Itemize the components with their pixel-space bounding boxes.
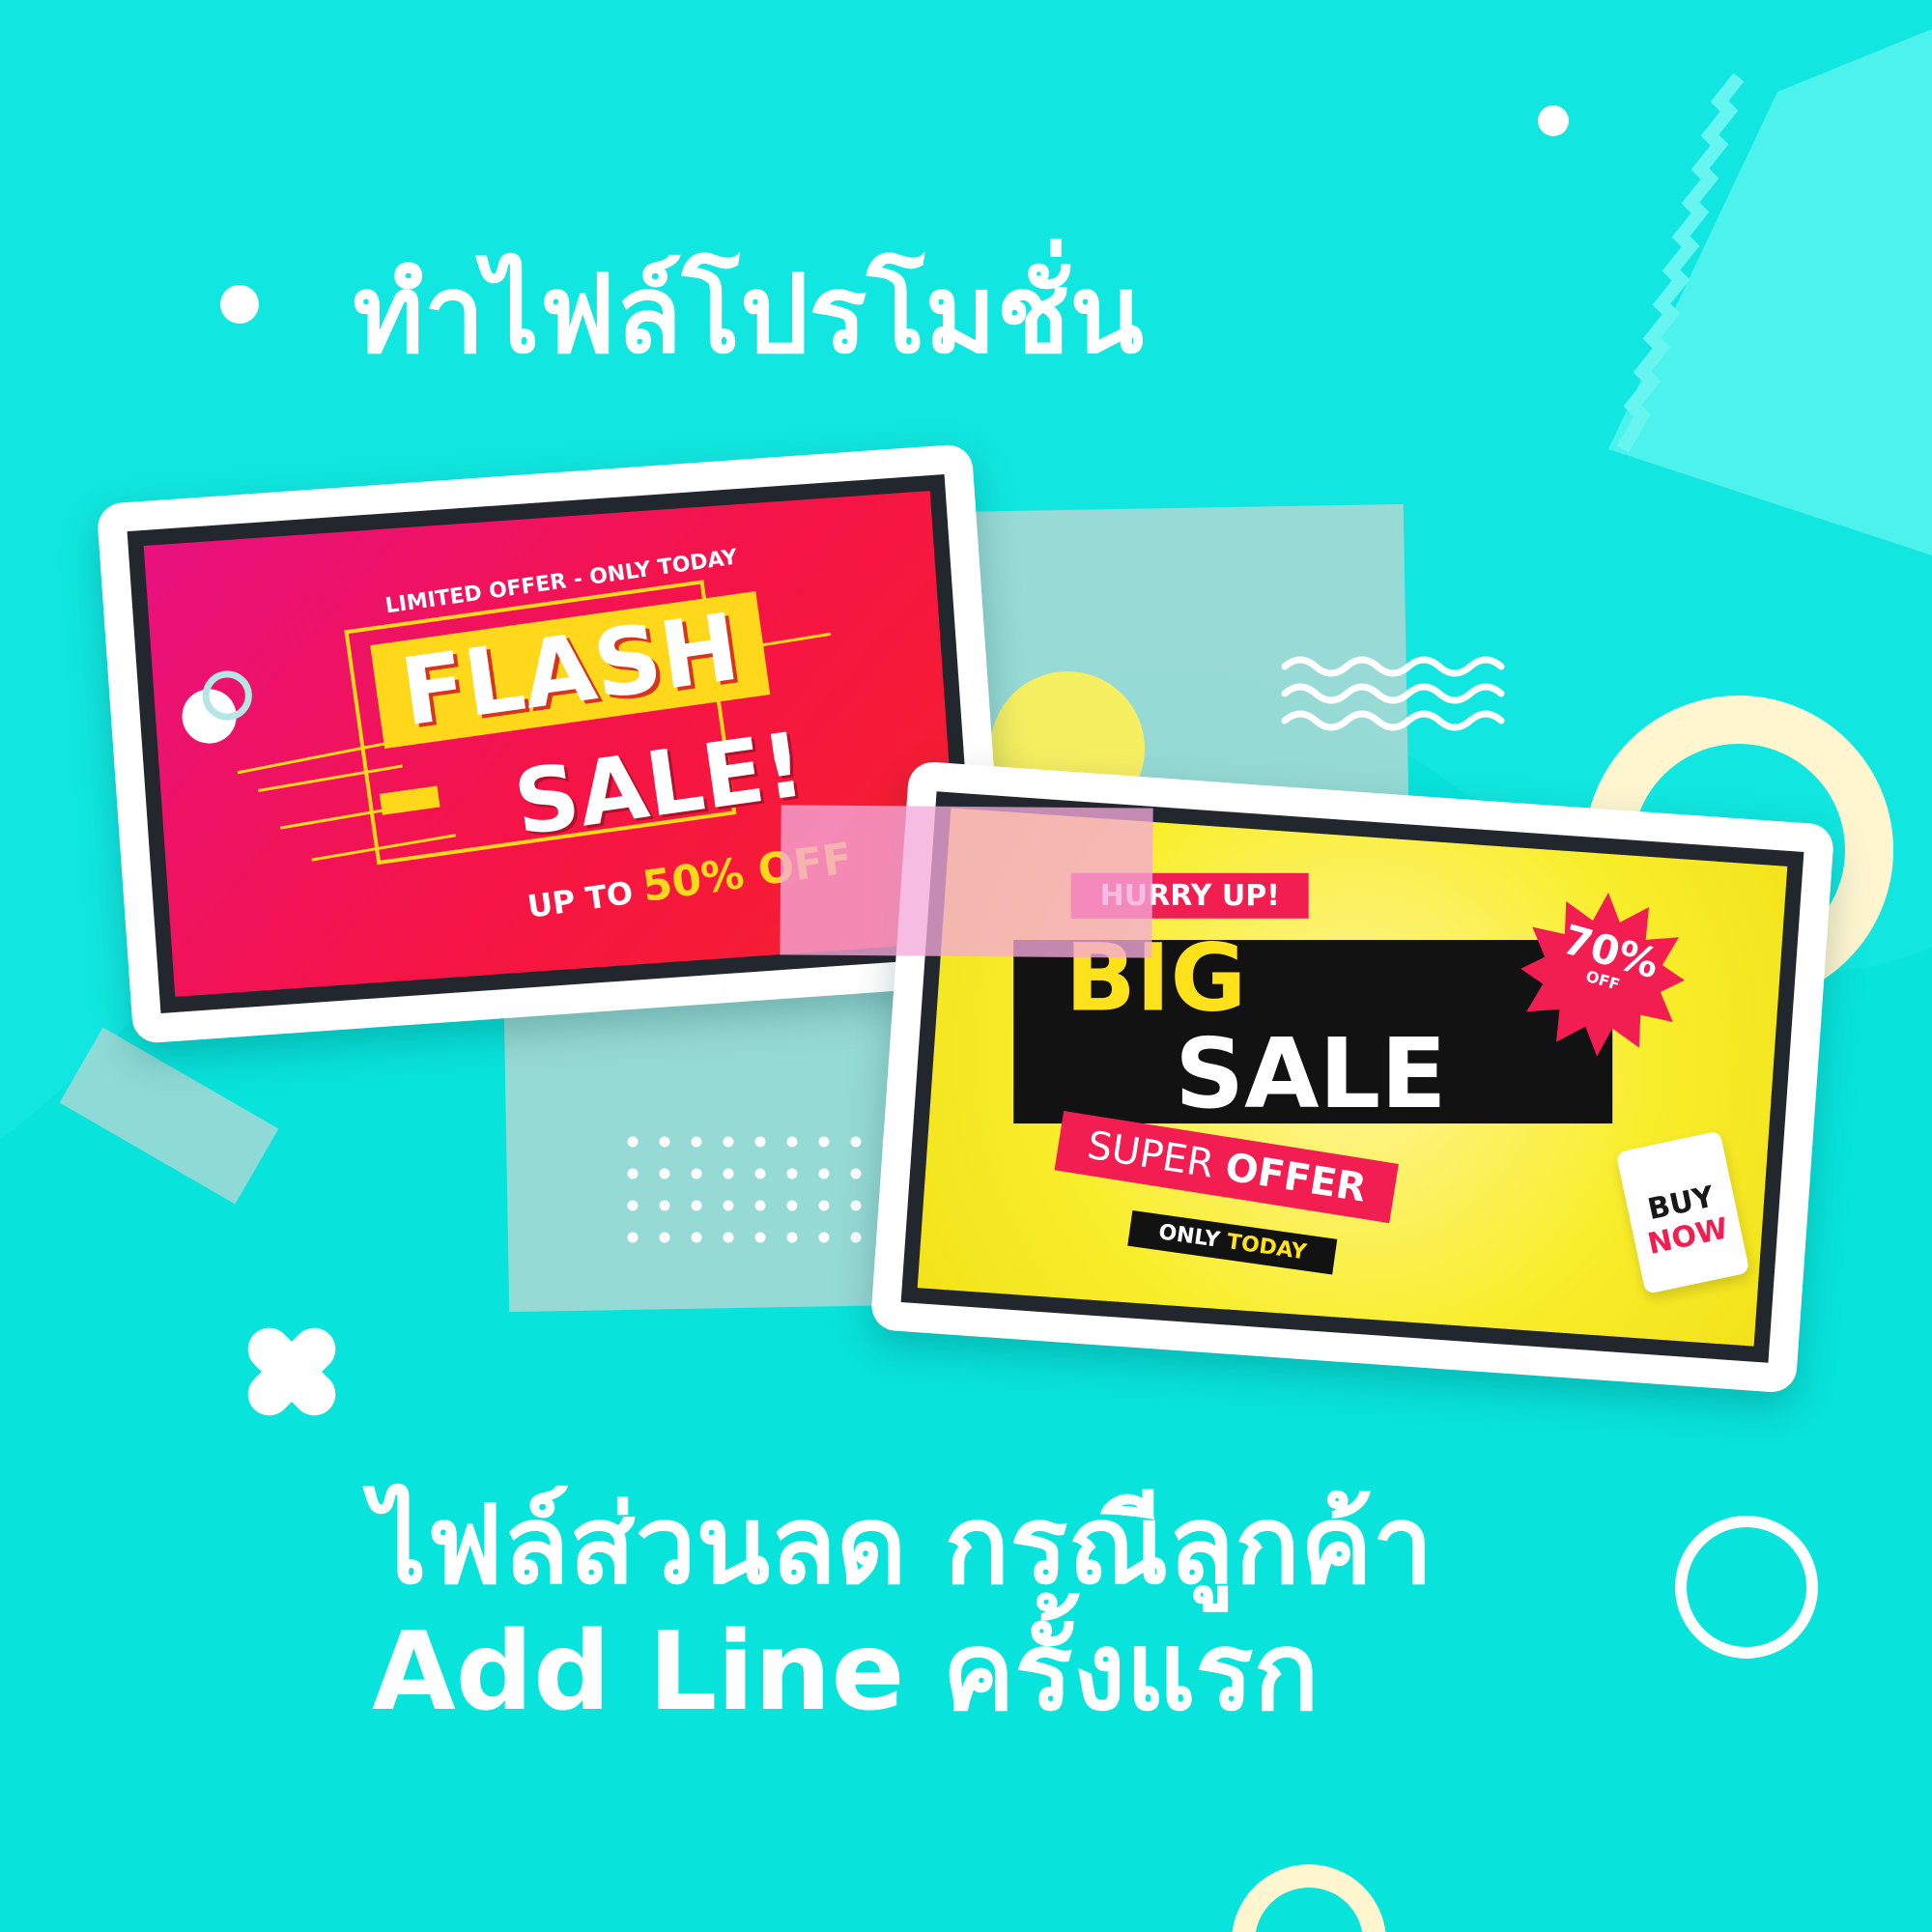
page-title: ทำไฟล์โปรโมชั่น <box>353 252 1144 378</box>
buy-now-tag: BUY NOW <box>1615 1130 1750 1294</box>
subtitle: ไฟล์ส่วนลด กรณีลูกค้า Add Line ครั้งแรก <box>372 1483 1434 1736</box>
subtitle-line-1: ไฟล์ส่วนลด กรณีลูกค้า <box>372 1483 1434 1608</box>
dot-icon <box>1538 105 1569 136</box>
only-text: ONLY <box>1156 1220 1222 1253</box>
ring-icon <box>1675 1516 1818 1659</box>
super-text: SUPER <box>1084 1122 1217 1187</box>
tape-small <box>59 1027 279 1205</box>
big-sale-word: SALE <box>1175 1016 1447 1130</box>
only-today-ribbon: ONLY TODAY <box>1127 1210 1338 1275</box>
offer-text: OFFER <box>1222 1145 1370 1211</box>
cross-icon <box>247 1327 336 1416</box>
pink-tape <box>780 805 1153 958</box>
today-text: TODAY <box>1225 1230 1308 1265</box>
ring-icon <box>1232 1864 1386 1932</box>
subtitle-line-2: Add Line ครั้งแรก <box>372 1609 1320 1736</box>
dot-icon <box>220 285 259 324</box>
